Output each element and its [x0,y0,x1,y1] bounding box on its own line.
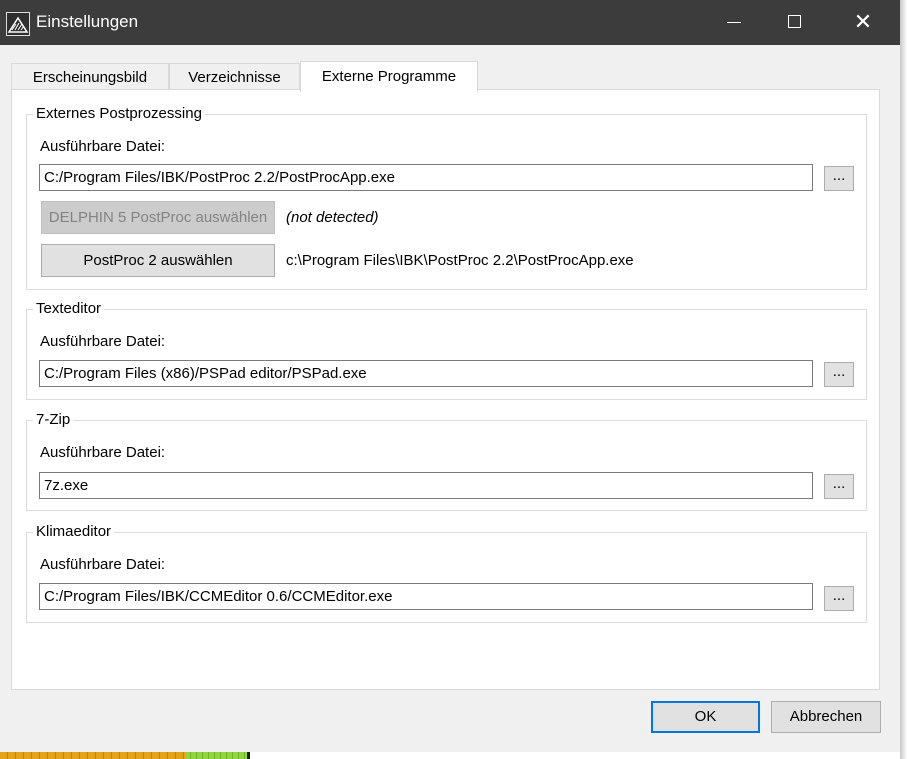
close-button[interactable]: ✕ [833,0,893,45]
minimize-icon [727,22,741,23]
close-icon: ✕ [853,9,873,34]
exe-label: Ausführbare Datei: [40,444,166,461]
klimaeditor-browse-button[interactable]: ... [824,586,854,611]
group-title: Externes Postprozessing [33,104,205,124]
postproc-browse-button[interactable]: ... [824,166,854,191]
postproc2-path: c:\Program Files\IBK\PostProc 2.2\PostPr… [286,252,634,269]
tab-label: Erscheinungsbild [32,69,148,86]
background-window-strip [185,752,247,759]
klimaeditor-exe-field[interactable]: C:/Program Files/IBK/CCMEditor 0.6/CCMEd… [39,583,813,610]
background-window-strip [247,752,250,759]
group-title: Klimaeditor [33,522,115,542]
tab-externe-programme[interactable]: Externe Programme [300,61,478,92]
minimize-button[interactable] [704,0,764,45]
postproc2-button[interactable]: PostProc 2 auswählen [41,244,275,277]
exe-label: Ausführbare Datei: [40,138,166,155]
zip-browse-button[interactable]: ... [824,474,854,499]
maximize-button[interactable] [764,0,824,45]
group-klimaeditor: Klimaeditor Ausführbare Datei: C:/Progra… [26,522,867,623]
title-bar[interactable]: Einstellungen ✕ [0,0,900,45]
exe-label: Ausführbare Datei: [40,556,166,573]
window-shadow [900,0,907,759]
group-externes-postprozessing: Externes Postprozessing Ausführbare Date… [26,104,867,290]
zip-exe-field[interactable]: 7z.exe [39,472,813,499]
app-icon [6,12,30,36]
maximize-icon [788,15,801,28]
group-title: Texteditor [33,299,105,319]
tab-erscheinungsbild[interactable]: Erscheinungsbild [11,63,169,90]
postproc-exe-field[interactable]: C:/Program Files/IBK/PostProc 2.2/PostPr… [39,164,813,191]
delphin5-status: (not detected) [286,209,379,226]
group-title: 7-Zip [33,410,74,430]
cancel-button[interactable]: Abbrechen [771,701,881,733]
texteditor-browse-button[interactable]: ... [824,362,854,387]
exe-label: Ausführbare Datei: [40,333,166,350]
group-texteditor: Texteditor Ausführbare Datei: C:/Program… [26,299,867,400]
group-7zip: 7-Zip Ausführbare Datei: 7z.exe ... [26,410,867,511]
tab-panel-externe-programme: Externes Postprozessing Ausführbare Date… [11,89,880,690]
tab-label: Externe Programme [321,68,457,85]
tab-label: Verzeichnisse [188,69,281,86]
delphin5-postproc-button[interactable]: DELPHIN 5 PostProc auswählen [41,201,275,234]
tab-verzeichnisse[interactable]: Verzeichnisse [169,63,300,90]
settings-dialog: Einstellungen ✕ Erscheinungsbild Verzeic… [0,0,900,752]
ok-button[interactable]: OK [651,701,760,733]
background-window-strip [0,752,185,759]
texteditor-exe-field[interactable]: C:/Program Files (x86)/PSPad editor/PSPa… [39,360,813,387]
window-title: Einstellungen [36,12,139,31]
